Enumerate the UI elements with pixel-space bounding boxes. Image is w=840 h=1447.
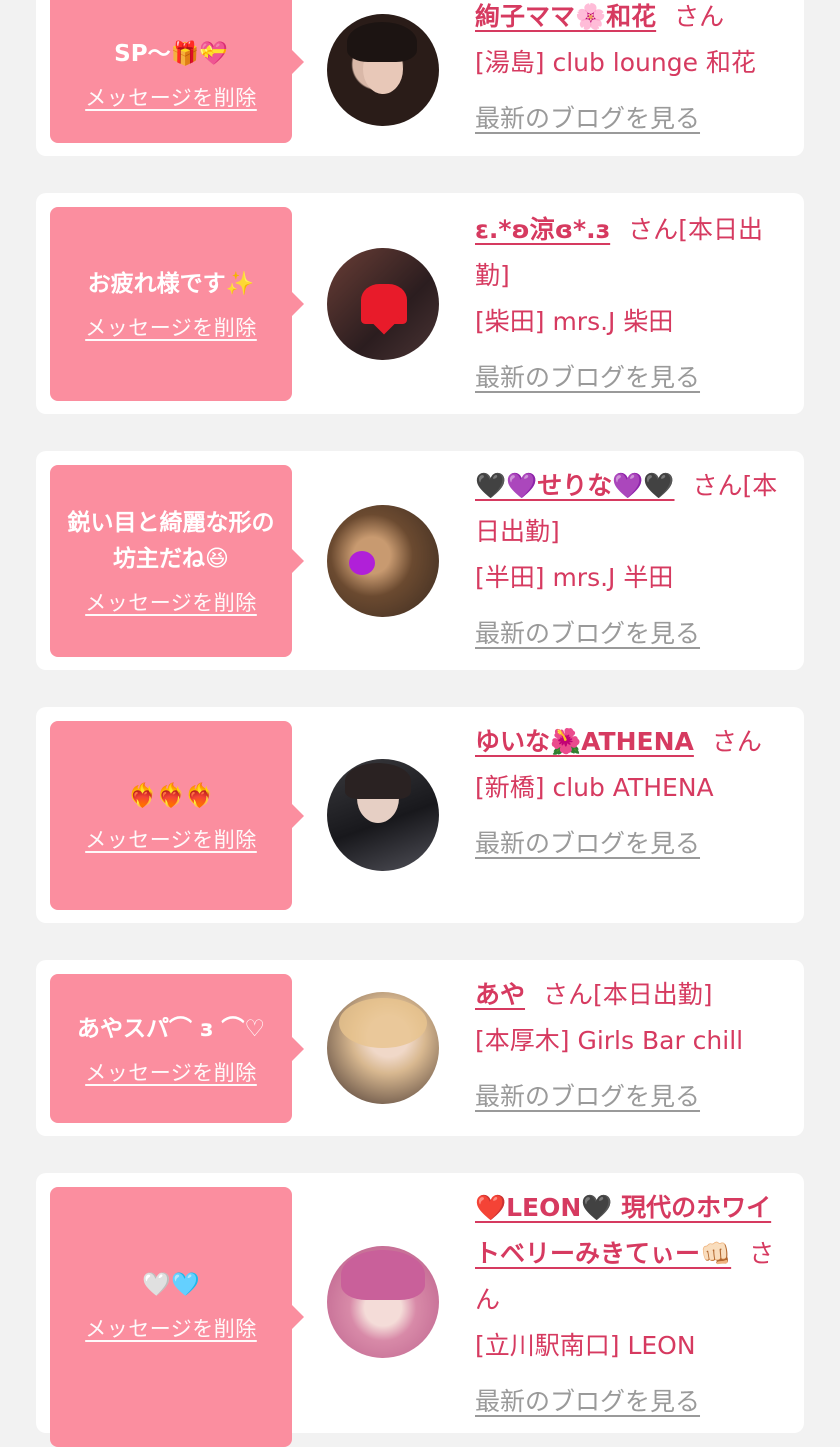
shop-name: [湯島] club lounge 和花 bbox=[475, 48, 756, 77]
user-info: 🖤💜せりな💜🖤 さん[本日出勤] [半田] mrs.J 半田 最新のブログを見る bbox=[475, 463, 790, 657]
user-info: ❤️LEON🖤 現代のホワイトベリーみきてぃー👊🏻 さん [立川駅南口] LEON… bbox=[475, 1185, 790, 1425]
message-text: あやスパ⌒ з ⌒♡ bbox=[77, 1015, 265, 1042]
message-card: SP〜🎁💝 メッセージを削除 絢子ママ🌸和花 さん [湯島] club loung… bbox=[36, 0, 804, 156]
user-name-link[interactable]: ゆいな🌺ATHENA bbox=[475, 727, 694, 756]
message-text: ❤️‍🔥❤️‍🔥❤️‍🔥 bbox=[128, 782, 214, 809]
latest-blog-link[interactable]: 最新のブログを見る bbox=[475, 821, 790, 867]
delete-message-link[interactable]: メッセージを削除 bbox=[85, 82, 257, 112]
honorific: さん bbox=[674, 2, 725, 31]
user-name-link[interactable]: あや bbox=[475, 980, 525, 1009]
latest-blog-link[interactable]: 最新のブログを見る bbox=[475, 1379, 790, 1425]
user-name-link[interactable]: ❤️LEON🖤 現代のホワイトベリーみきてぃー👊🏻 bbox=[475, 1193, 771, 1268]
latest-blog-link[interactable]: 最新のブログを見る bbox=[475, 96, 790, 142]
status: [本日出勤] bbox=[593, 980, 713, 1009]
delete-message-link[interactable]: メッセージを削除 bbox=[85, 312, 257, 342]
user-name-link[interactable]: 絢子ママ🌸和花 bbox=[475, 2, 656, 31]
honorific: さん bbox=[692, 471, 743, 500]
avatar[interactable] bbox=[327, 14, 439, 126]
message-bubble: SP〜🎁💝 メッセージを削除 bbox=[50, 0, 304, 143]
user-name-link[interactable]: 🖤💜せりな💜🖤 bbox=[475, 471, 675, 500]
user-info: あや さん[本日出勤] [本厚木] Girls Bar chill 最新のブログを… bbox=[475, 972, 790, 1120]
honorific: さん bbox=[711, 727, 762, 756]
shop-name: [半田] mrs.J 半田 bbox=[475, 563, 674, 592]
avatar[interactable] bbox=[327, 992, 439, 1104]
delete-message-link[interactable]: メッセージを削除 bbox=[85, 1057, 257, 1087]
message-card: ❤️‍🔥❤️‍🔥❤️‍🔥 メッセージを削除 ゆいな🌺ATHENA さん [新橋] … bbox=[36, 707, 804, 923]
avatar[interactable] bbox=[327, 505, 439, 617]
latest-blog-link[interactable]: 最新のブログを見る bbox=[475, 1074, 790, 1120]
message-card: 🤍🩵 メッセージを削除 ❤️LEON🖤 現代のホワイトベリーみきてぃー👊🏻 さん … bbox=[36, 1173, 804, 1447]
delete-message-link[interactable]: メッセージを削除 bbox=[85, 824, 257, 854]
honorific: さん bbox=[543, 980, 594, 1009]
avatar[interactable] bbox=[327, 248, 439, 360]
message-card: あやスパ⌒ з ⌒♡ メッセージを削除 あや さん[本日出勤] [本厚木] Gir… bbox=[36, 960, 804, 1136]
message-bubble: 鋭い目と綺麗な形の坊主だね😆 メッセージを削除 bbox=[50, 465, 304, 657]
message-bubble: ❤️‍🔥❤️‍🔥❤️‍🔥 メッセージを削除 bbox=[50, 721, 304, 910]
message-card: お疲れ様です✨ メッセージを削除 ε.*ʚ涼ɞ*.з さん[本日出勤] [柴田] … bbox=[36, 193, 804, 414]
honorific: さん bbox=[628, 215, 679, 244]
shop-name: [本厚木] Girls Bar chill bbox=[475, 1026, 744, 1055]
avatar[interactable] bbox=[327, 1246, 439, 1358]
shop-name: [立川駅南口] LEON bbox=[475, 1331, 696, 1360]
message-card: 鋭い目と綺麗な形の坊主だね😆 メッセージを削除 🖤💜せりな💜🖤 さん[本日出勤] … bbox=[36, 451, 804, 670]
user-info: ゆいな🌺ATHENA さん [新橋] club ATHENA 最新のブログを見る bbox=[475, 719, 790, 867]
delete-message-link[interactable]: メッセージを削除 bbox=[85, 1313, 257, 1343]
shop-name: [新橋] club ATHENA bbox=[475, 773, 714, 802]
message-bubble: お疲れ様です✨ メッセージを削除 bbox=[50, 207, 304, 401]
message-text: 鋭い目と綺麗な形の坊主だね😆 bbox=[67, 510, 275, 572]
message-text: お疲れ様です✨ bbox=[87, 271, 255, 297]
delete-message-link[interactable]: メッセージを削除 bbox=[85, 587, 257, 617]
avatar[interactable] bbox=[327, 759, 439, 871]
message-text: 🤍🩵 bbox=[142, 1272, 200, 1298]
shop-name: [柴田] mrs.J 柴田 bbox=[475, 307, 674, 336]
message-text: SP〜🎁💝 bbox=[114, 40, 228, 67]
user-name-link[interactable]: ε.*ʚ涼ɞ*.з bbox=[475, 215, 610, 244]
latest-blog-link[interactable]: 最新のブログを見る bbox=[475, 355, 790, 401]
latest-blog-link[interactable]: 最新のブログを見る bbox=[475, 611, 790, 657]
user-info: ε.*ʚ涼ɞ*.з さん[本日出勤] [柴田] mrs.J 柴田 最新のブログを見… bbox=[475, 207, 790, 401]
message-bubble: 🤍🩵 メッセージを削除 bbox=[50, 1187, 304, 1447]
user-info: 絢子ママ🌸和花 さん [湯島] club lounge 和花 最新のブログを見る bbox=[475, 0, 790, 142]
message-bubble: あやスパ⌒ з ⌒♡ メッセージを削除 bbox=[50, 974, 304, 1123]
